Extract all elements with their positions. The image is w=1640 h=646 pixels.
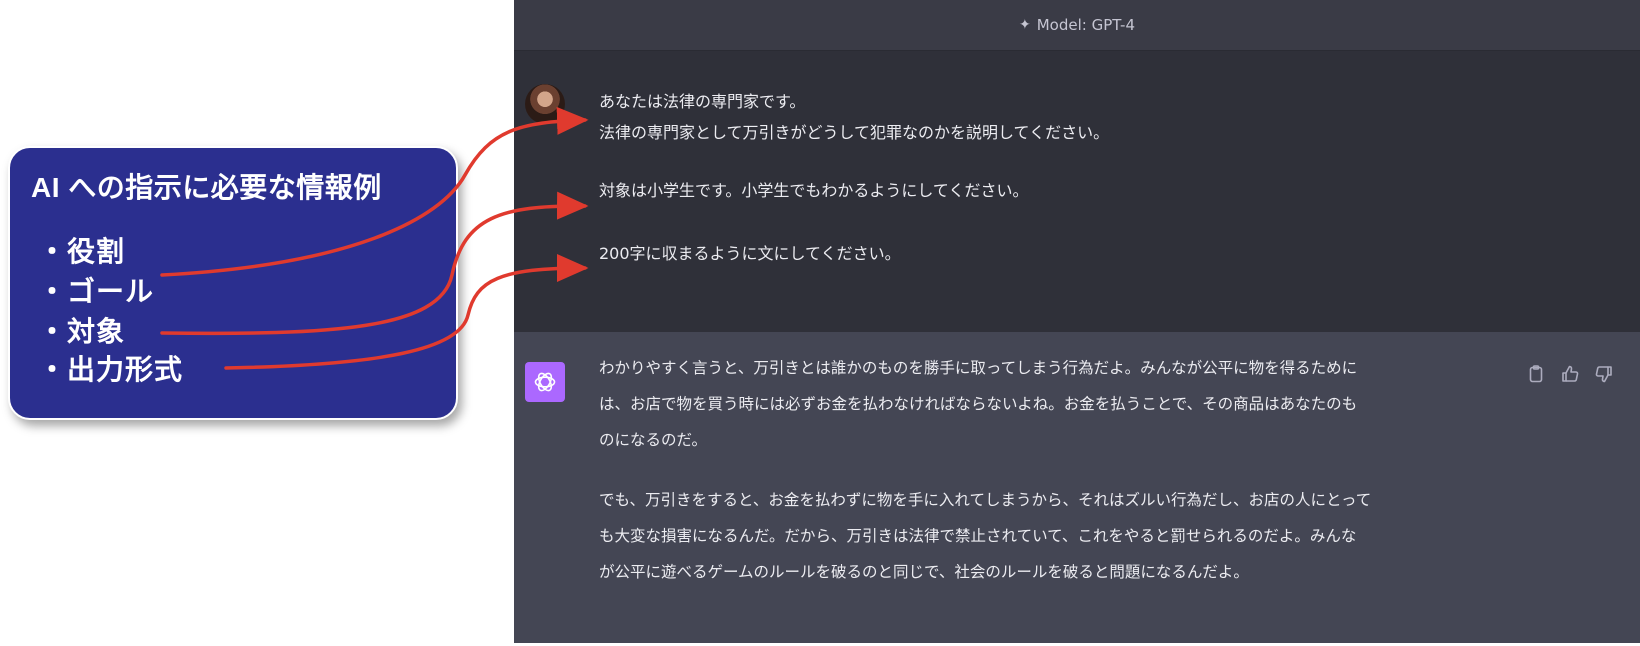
callout-item-goal: ・ゴール	[38, 276, 155, 307]
assistant-line-3: のになるのだ。	[599, 431, 708, 449]
assistant-line-6: が公平に遊べるゲームのルールを破るのと同じで、社会のルールを破ると問題になるんだ…	[599, 563, 1249, 581]
assistant-line-4: でも、万引きをすると、お金を払わずに物を手に入れてしまうから、それはズルい行為だ…	[599, 491, 1372, 509]
chat-window: ✦ Model: GPT-4 あなたは法律の専門家です。 法律の専門家として万引…	[514, 0, 1640, 643]
openai-logo-icon	[525, 362, 565, 402]
user-avatar	[525, 84, 565, 124]
user-line-1: あなたは法律の専門家です。	[599, 92, 806, 111]
instruction-callout: AI への指示に必要な情報例 ・役割 ・ゴール ・対象 ・出力形式	[8, 146, 458, 420]
message-actions	[1526, 364, 1614, 384]
callout-item-format: ・出力形式	[38, 354, 184, 385]
user-line-2: 法律の専門家として万引きがどうして犯罪なのかを説明してください。	[599, 123, 1110, 142]
user-message: あなたは法律の専門家です。 法律の専門家として万引きがどうして犯罪なのかを説明し…	[514, 51, 1640, 332]
assistant-line-1: わかりやすく言うと、万引きとは誰かのものを勝手に取ってしまう行為だよ。みんなが公…	[599, 359, 1358, 377]
user-line-3: 対象は小学生です。小学生でもわかるようにしてください。	[599, 181, 1029, 200]
callout-item-target: ・対象	[38, 316, 126, 347]
callout-title: AI への指示に必要な情報例	[31, 172, 382, 203]
user-line-4: 200字に収まるように文にしてください。	[599, 244, 901, 263]
assistant-line-2: は、お店で物を買う時には必ずお金を払わなければならないよね。お金を払うことで、そ…	[599, 395, 1358, 413]
callout-item-role: ・役割	[38, 236, 126, 267]
sparkle-icon: ✦	[1018, 17, 1031, 33]
thumbs-down-icon[interactable]	[1594, 364, 1614, 384]
clipboard-icon[interactable]	[1526, 364, 1546, 384]
model-label: Model: GPT-4	[1036, 16, 1135, 34]
model-header: ✦ Model: GPT-4	[514, 0, 1640, 51]
assistant-line-5: も大変な損害になるんだ。だから、万引きは法律で禁止されていて、これをやると罰せら…	[599, 527, 1357, 545]
assistant-message: わかりやすく言うと、万引きとは誰かのものを勝手に取ってしまう行為だよ。みんなが公…	[514, 332, 1640, 643]
thumbs-up-icon[interactable]	[1560, 364, 1580, 384]
